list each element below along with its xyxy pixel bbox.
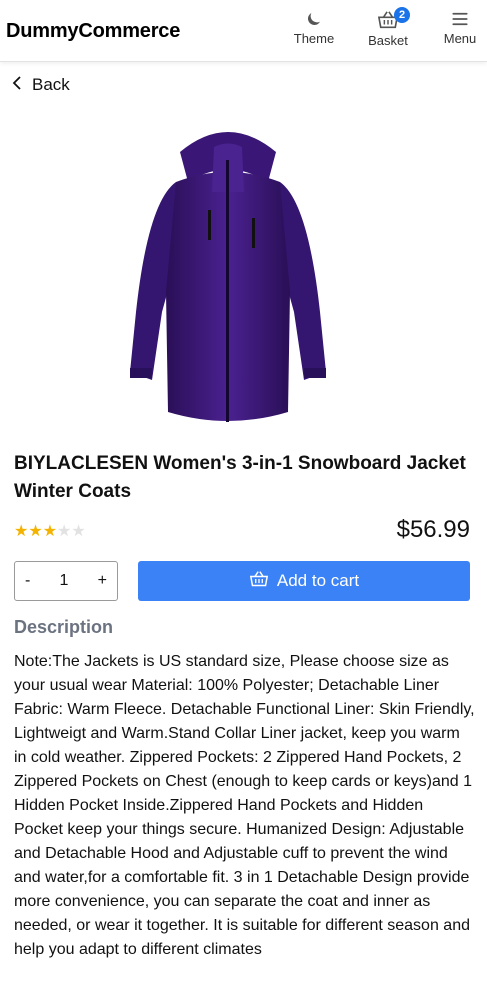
back-label: Back — [32, 75, 70, 94]
increment-button[interactable]: + — [98, 572, 107, 590]
theme-label: Theme — [293, 31, 335, 46]
menu-label: Menu — [443, 31, 477, 46]
add-to-cart-button[interactable]: Add to cart — [138, 561, 470, 601]
decrement-button[interactable]: - — [25, 572, 30, 590]
star-icon: ★ — [28, 523, 43, 540]
basket-label: Basket — [368, 33, 408, 48]
description-heading: Description — [14, 617, 114, 637]
quantity-value[interactable]: 1 — [60, 572, 69, 590]
star-icon: ★ — [42, 523, 58, 540]
theme-button[interactable]: Theme — [292, 10, 336, 46]
brand-logo[interactable]: DummyCommerce — [6, 20, 180, 43]
chevron-left-icon — [12, 75, 32, 95]
back-link[interactable]: Back — [12, 75, 70, 95]
add-to-cart-label: Add to cart — [276, 571, 360, 590]
star-icon: ★ — [14, 523, 29, 540]
quantity-stepper: - 1 + — [14, 561, 118, 601]
product-price: $56.99 — [396, 516, 470, 543]
basket-count-badge: 2 — [394, 7, 410, 23]
star-icon: ★ — [57, 523, 72, 540]
star-rating: ★ ★ ★ ★ ★ — [14, 524, 86, 540]
description-text: Note:The Jackets is US standard size, Pl… — [14, 653, 475, 958]
menu-button[interactable]: Menu — [440, 10, 480, 46]
purple-jacket-image — [118, 112, 338, 442]
product-title: BIYLACLESEN Women's 3-in-1 Snowboard Jac… — [14, 453, 466, 502]
hamburger-icon — [451, 10, 469, 31]
moon-icon — [305, 10, 323, 31]
star-icon: ★ — [71, 523, 86, 540]
basket-button[interactable]: 2 Basket — [366, 7, 410, 48]
basket-icon — [249, 570, 277, 593]
top-navbar: DummyCommerce Theme 2 Basket Menu — [0, 0, 487, 62]
